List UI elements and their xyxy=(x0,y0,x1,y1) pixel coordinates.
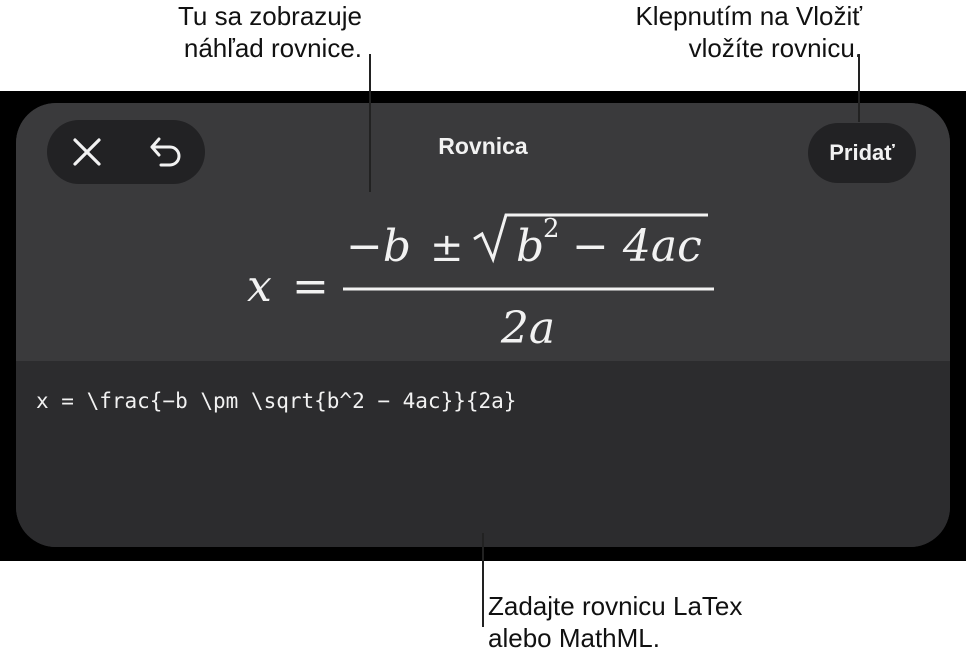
latex-input-field[interactable]: x = \frac{−b \pm \sqrt{b^2 − 4ac}}{2a} xyxy=(36,389,516,413)
device-screen: Rovnica Pridať x = −b ± b 2 − 4ac 2a x =… xyxy=(0,91,966,561)
leader-line-input xyxy=(482,533,484,627)
denominator: 2a xyxy=(500,303,555,354)
equation-sheet: Rovnica Pridať x = −b ± b 2 − 4ac 2a x =… xyxy=(16,103,950,547)
numerator-minus-b: −b xyxy=(346,221,411,272)
numerator-pm: ± xyxy=(430,225,464,271)
radicand-rest: − 4ac xyxy=(572,221,702,272)
equation-preview: x = −b ± b 2 − 4ac 2a xyxy=(247,213,714,354)
callout-preview-line-2: náhľad rovnice. xyxy=(183,33,362,63)
leader-line-insert xyxy=(858,54,860,122)
callout-preview: Tu sa zobrazuje náhľad rovnice. xyxy=(0,0,362,64)
callout-input-line-1: Zadajte rovnicu LaTex xyxy=(488,591,743,621)
callout-insert-line-2: vložíte rovnicu. xyxy=(688,33,862,63)
callout-preview-line-1: Tu sa zobrazuje xyxy=(177,1,362,31)
leader-line-preview xyxy=(369,54,371,192)
callout-input: Zadajte rovnicu LaTex alebo MathML. xyxy=(488,590,888,654)
radicand-exponent: 2 xyxy=(543,214,560,244)
equation-lhs: x xyxy=(247,261,272,312)
callout-input-line-2: alebo MathML. xyxy=(488,623,660,653)
callout-insert: Klepnutím na Vložiť vložíte rovnicu. xyxy=(540,0,862,64)
equation-equals: = xyxy=(292,261,329,312)
callout-insert-line-1: Klepnutím na Vložiť xyxy=(635,1,862,31)
radicand-b: b xyxy=(516,221,544,272)
